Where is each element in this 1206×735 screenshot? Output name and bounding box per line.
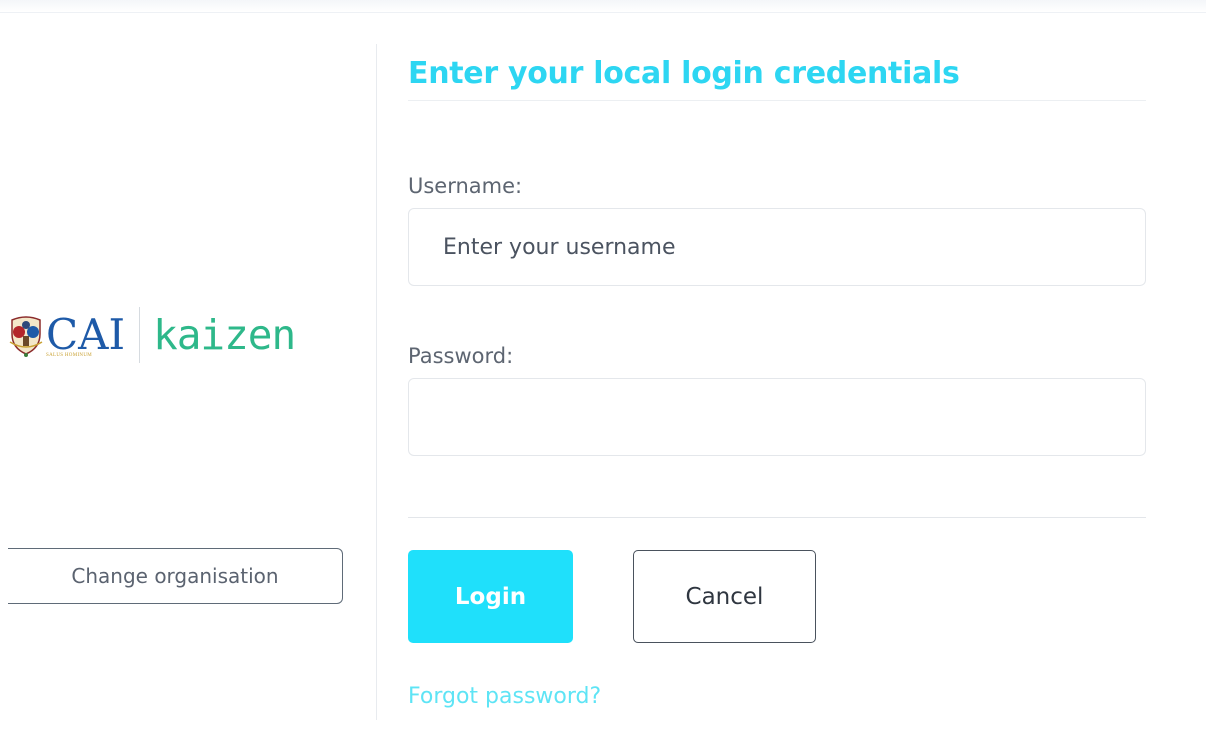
forgot-password-link[interactable]: Forgot password? <box>408 682 601 712</box>
brand-logo: CAI SALUS HOMINUM kaizen <box>8 303 296 367</box>
actions-divider <box>408 517 1146 518</box>
form-title: Enter your local login credentials <box>408 56 960 91</box>
password-label: Password: <box>408 344 514 368</box>
cancel-button[interactable]: Cancel <box>633 550 816 643</box>
password-input[interactable] <box>408 378 1146 456</box>
cai-logo: CAI SALUS HOMINUM <box>46 309 126 359</box>
username-label: Username: <box>408 174 523 198</box>
kaizen-logo-text: kaizen <box>153 311 296 359</box>
cai-crest-icon <box>8 312 44 358</box>
panel-divider <box>376 44 377 720</box>
title-divider <box>408 100 1146 101</box>
logo-divider <box>139 307 141 363</box>
cai-motto: SALUS HOMINUM <box>46 352 92 358</box>
username-input[interactable] <box>408 208 1146 286</box>
change-organisation-button[interactable]: Change organisation <box>8 548 343 604</box>
top-bar <box>0 0 1206 13</box>
cai-logo-text: CAI <box>46 309 126 359</box>
login-page: CAI SALUS HOMINUM kaizen Change organisa… <box>0 0 1206 735</box>
login-button[interactable]: Login <box>408 550 573 643</box>
